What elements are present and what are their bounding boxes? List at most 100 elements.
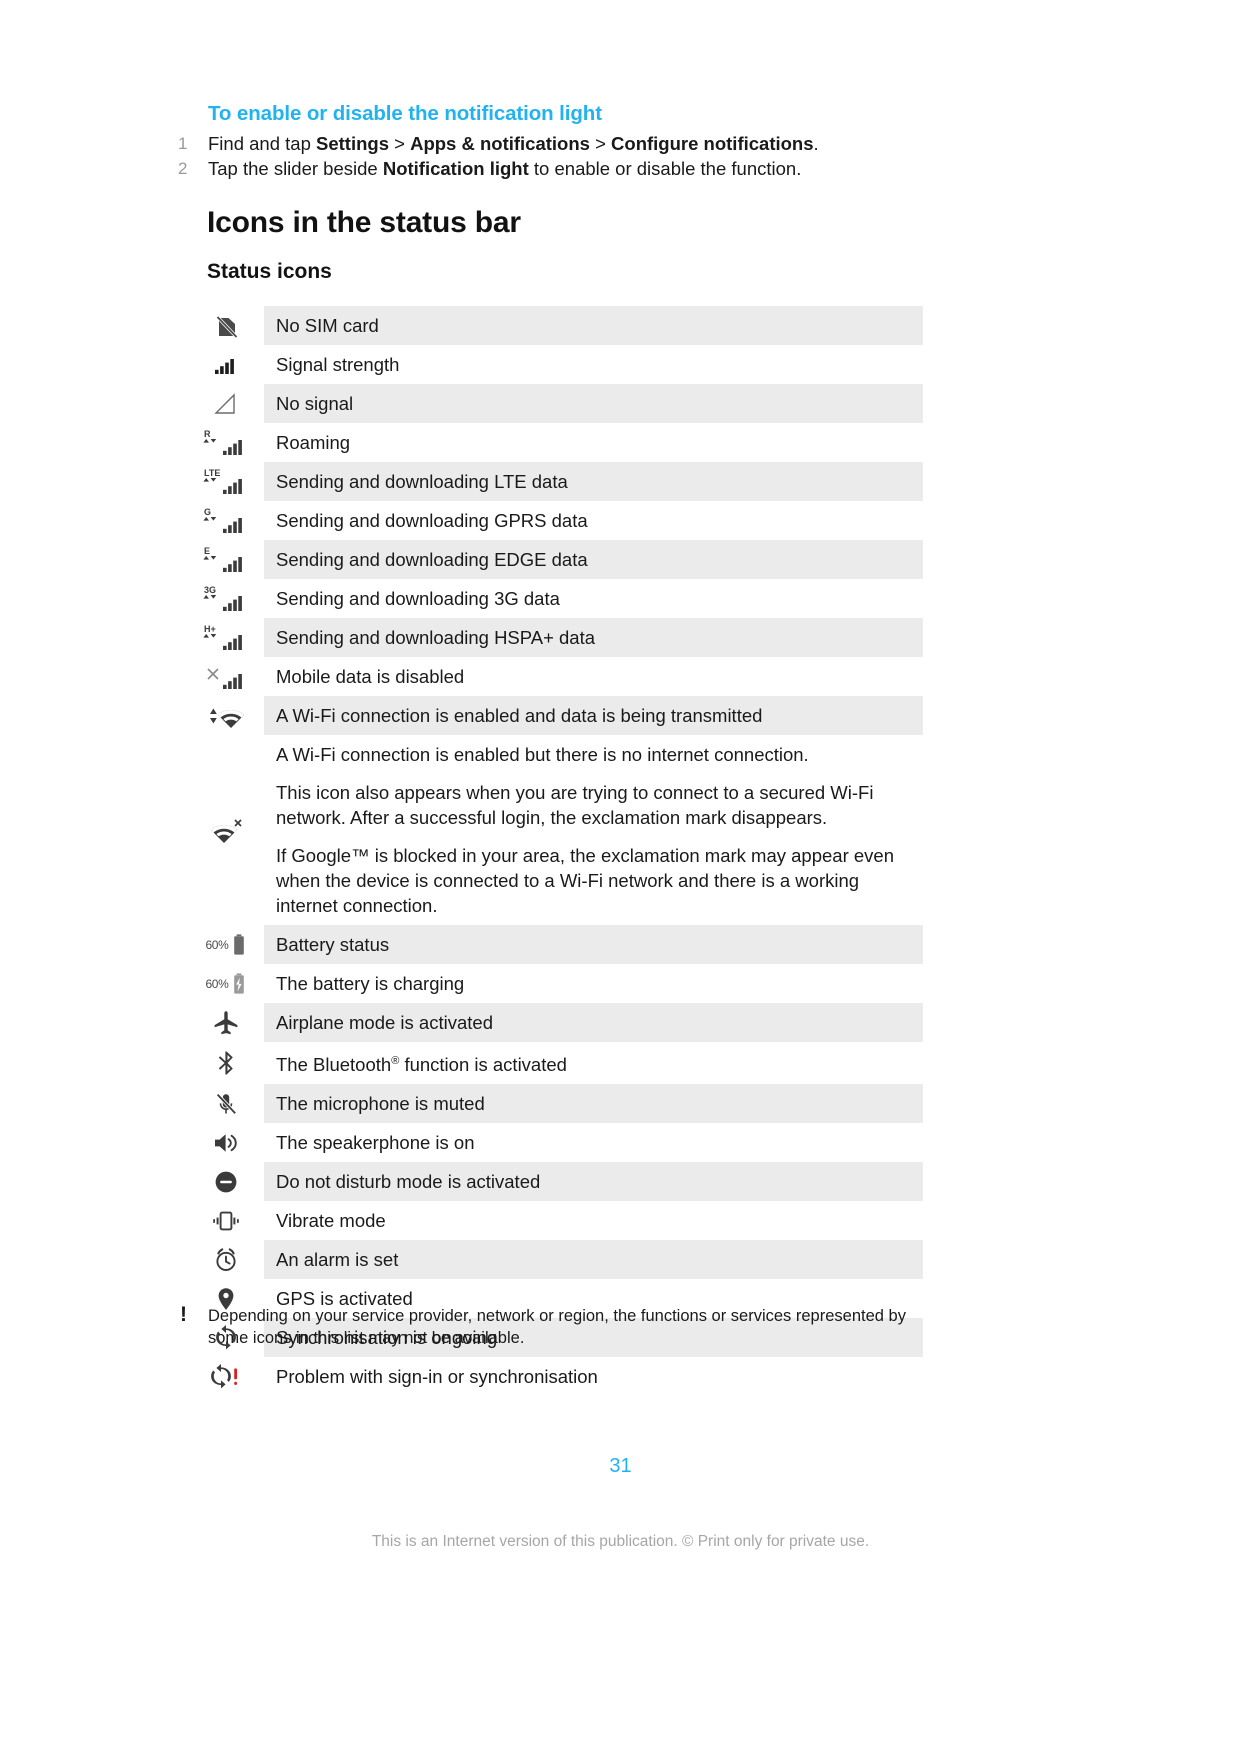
battery-percent-label: 60% (205, 937, 229, 952)
row-label: Roaming (264, 423, 923, 462)
status-icons-table: No SIM card Signal strength No signal R … (193, 306, 923, 1396)
battery-charging-icon: 60% (193, 964, 264, 1003)
row-label-text: The Bluetooth® function is activated (276, 1054, 567, 1076)
row-label: Sending and downloading GPRS data (264, 501, 923, 540)
table-row: Problem with sign-in or synchronisation (193, 1357, 923, 1396)
battery-status-icon: 60% (193, 925, 264, 964)
row-label-text: Problem with sign-in or synchronisation (276, 1366, 598, 1388)
table-row: 3G Sending and downloading 3G data (193, 579, 923, 618)
lte-data-icon: LTE (193, 462, 264, 501)
row-label-text: The speakerphone is on (276, 1132, 475, 1154)
microphone-muted-icon (193, 1084, 264, 1123)
row-label: Sending and downloading HSPA+ data (264, 618, 923, 657)
table-row: No SIM card (193, 306, 923, 345)
table-row: Vibrate mode (193, 1201, 923, 1240)
wifi-transmitting-icon (193, 696, 264, 735)
row-label: Mobile data is disabled (264, 657, 923, 696)
sync-ongoing-icon (193, 1318, 264, 1357)
row-label-text: Sending and downloading LTE data (276, 471, 568, 492)
row-label-text: Vibrate mode (276, 1210, 386, 1232)
svg-text:E: E (204, 546, 210, 556)
step-text: Find and tap Settings > Apps & notificat… (208, 133, 819, 154)
table-row: GPS is activated (193, 1279, 923, 1318)
row-label: Sending and downloading LTE data (264, 462, 923, 501)
subsection-heading: Status icons (207, 260, 332, 283)
row-label-text: Roaming (276, 432, 351, 453)
row-detail-paragraph: If Google™ is blocked in your area, the … (276, 845, 895, 916)
svg-text:R: R (204, 429, 211, 439)
document-page: To enable or disable the notification li… (0, 0, 1241, 1754)
wifi-no-internet-icon (193, 735, 264, 925)
do-not-disturb-icon (193, 1162, 264, 1201)
procedure-title: To enable or disable the notification li… (208, 102, 602, 125)
edge-data-icon: E (193, 540, 264, 579)
row-label-text: Sending and downloading 3G data (276, 588, 560, 609)
row-label: Sending and downloading EDGE data (264, 540, 923, 579)
row-label-text: The microphone is muted (276, 1093, 485, 1115)
row-label: A Wi-Fi connection is enabled and data i… (264, 696, 923, 735)
row-label: A Wi-Fi connection is enabled but there … (264, 735, 923, 925)
row-label-text: A Wi-Fi connection is enabled but there … (276, 744, 809, 765)
table-row: LTE Sending and downloading LTE data (193, 462, 923, 501)
airplane-mode-icon (193, 1003, 264, 1042)
table-row: The speakerphone is on (193, 1123, 923, 1162)
table-row: A Wi-Fi connection is enabled and data i… (193, 696, 923, 735)
row-label: Synchronisation is ongoing (264, 1318, 923, 1357)
table-row: 60% Battery status (193, 925, 923, 964)
roaming-icon: R (193, 423, 264, 462)
procedure-step: 2 Tap the slider beside Notification ligh… (172, 156, 932, 181)
row-label-text: Mobile data is disabled (276, 666, 465, 687)
row-label-text: Sending and downloading HSPA+ data (276, 627, 596, 648)
table-row: R Roaming (193, 423, 923, 462)
row-label: No signal (264, 384, 923, 423)
row-label: Vibrate mode (264, 1201, 923, 1240)
row-label: Problem with sign-in or synchronisation (264, 1357, 923, 1396)
page-number: 31 (609, 1455, 632, 1477)
row-label-text: No signal (276, 393, 354, 414)
table-row: E Sending and downloading EDGE data (193, 540, 923, 579)
row-label: The battery is charging (264, 964, 923, 1003)
row-label-text: Sending and downloading EDGE data (276, 549, 588, 570)
hspa-plus-data-icon: H+ (193, 618, 264, 657)
table-row: The microphone is muted (193, 1084, 923, 1124)
table-row: Mobile data is disabled (193, 657, 923, 696)
table-row: 60% The battery is charging (193, 964, 923, 1003)
table-row: Signal strength (193, 345, 923, 384)
row-label-text: Synchronisation is ongoing (276, 1327, 498, 1349)
row-label-text: No SIM card (276, 315, 379, 336)
table-row: Airplane mode is activated (193, 1003, 923, 1042)
row-label: Signal strength (264, 345, 923, 384)
bluetooth-icon (193, 1042, 264, 1084)
row-label-text: Battery status (276, 934, 390, 955)
row-detail-paragraph: This icon also appears when you are tryi… (276, 782, 874, 828)
svg-text:LTE: LTE (204, 468, 220, 478)
step-number: 1 (178, 134, 188, 153)
row-label-text: The battery is charging (276, 973, 465, 994)
row-label: No SIM card (264, 306, 923, 345)
row-label-text: Sending and downloading GPRS data (276, 510, 588, 531)
svg-text:3G: 3G (204, 585, 216, 595)
row-label-text: Signal strength (276, 354, 400, 375)
row-label: The Bluetooth® function is activated (264, 1042, 923, 1084)
row-label: Airplane mode is activated (264, 1003, 923, 1042)
alarm-icon (193, 1240, 264, 1279)
battery-charging-icon-glyph (232, 972, 246, 996)
row-label: The speakerphone is on (264, 1123, 923, 1162)
table-row: No signal (193, 384, 923, 423)
three-g-data-icon: 3G (193, 579, 264, 618)
vibrate-mode-icon (193, 1201, 264, 1240)
no-signal-icon (193, 384, 264, 423)
signal-strength-icon (193, 345, 264, 384)
table-row: The Bluetooth® function is activated (193, 1042, 923, 1084)
speakerphone-icon (193, 1123, 264, 1162)
svg-text:H+: H+ (204, 624, 216, 634)
row-label-text: GPS is activated (276, 1288, 413, 1310)
row-label: Sending and downloading 3G data (264, 579, 923, 618)
row-label: The microphone is muted (264, 1084, 923, 1123)
sync-problem-icon (193, 1357, 264, 1396)
table-row: Do not disturb mode is activated (193, 1162, 923, 1202)
table-row: Synchronisation is ongoing (193, 1318, 923, 1358)
step-text: Tap the slider beside Notification light… (208, 158, 802, 179)
row-label: Battery status (264, 925, 923, 964)
row-label-text: Airplane mode is activated (276, 1012, 493, 1033)
